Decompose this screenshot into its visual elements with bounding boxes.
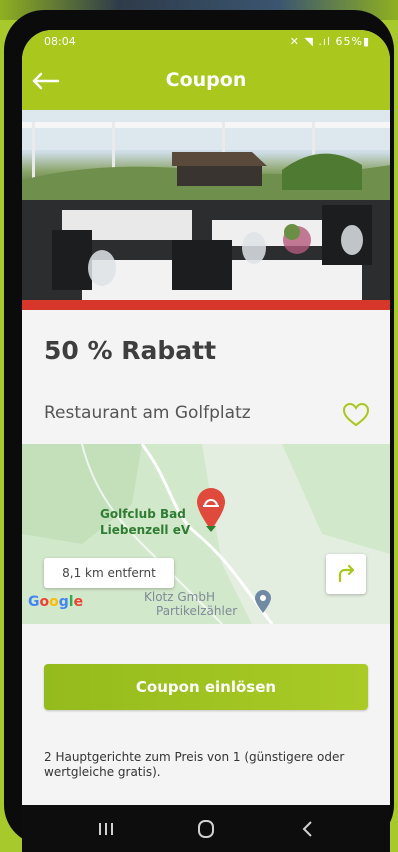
distance-chip: 8,1 km entfernt — [44, 558, 174, 588]
status-bar: 08:04 ✕ ◥ .ıl 65%▮ — [22, 30, 390, 54]
chevron-left-icon — [302, 821, 312, 837]
coupon-info: 50 % Rabatt Restaurant am Golfplatz — [22, 310, 390, 444]
secondary-label-line1: Klotz GmbH — [144, 590, 215, 604]
restaurant-photo — [22, 110, 390, 302]
location-pin-icon — [255, 590, 271, 613]
restaurant-pin-icon — [197, 488, 225, 532]
secondary-pin — [254, 590, 272, 614]
terrace-illustration — [22, 110, 390, 302]
heart-outline-icon — [342, 402, 370, 427]
redeem-coupon-button[interactable]: Coupon einlösen — [44, 664, 368, 710]
home-icon — [198, 820, 214, 838]
app-bar: Coupon — [22, 54, 390, 110]
highlight-bar — [22, 300, 390, 310]
system-back-button[interactable] — [294, 817, 322, 841]
status-icons: ✕ ◥ .ıl 65%▮ — [289, 35, 370, 48]
directions-arrow-icon — [338, 564, 355, 583]
google-logo: Google — [28, 594, 84, 610]
restaurant-name: Restaurant am Golfplatz — [44, 403, 251, 423]
restaurant-pin[interactable] — [194, 486, 228, 532]
map-view[interactable]: Golfclub Bad Liebenzell eV Klotz GmbH Pa… — [22, 444, 390, 624]
home-button[interactable] — [192, 817, 220, 841]
favorite-button[interactable] — [342, 402, 370, 428]
directions-button[interactable] — [326, 554, 366, 594]
poi-label-line1: Golfclub Bad — [100, 507, 186, 521]
discount-title: 50 % Rabatt — [44, 336, 217, 365]
coupon-description: 2 Hauptgerichte zum Preis von 1 (günstig… — [44, 750, 345, 779]
page-title: Coupon — [165, 69, 247, 91]
recent-apps-icon — [99, 823, 113, 835]
secondary-poi-label: Klotz GmbH Partikelzähler — [122, 590, 237, 618]
status-time: 08:04 — [44, 35, 76, 48]
app-screen: 08:04 ✕ ◥ .ıl 65%▮ Coupon 50 % Rabatt Re… — [22, 30, 390, 852]
poi-label-line2: Liebenzell eV — [100, 523, 191, 537]
recent-apps-button[interactable] — [92, 817, 120, 841]
secondary-label-line2: Partikelzähler — [156, 604, 238, 618]
phone-frame: 08:04 ✕ ◥ .ıl 65%▮ Coupon 50 % Rabatt Re… — [4, 10, 394, 852]
poi-label: Golfclub Bad Liebenzell eV — [100, 506, 190, 538]
